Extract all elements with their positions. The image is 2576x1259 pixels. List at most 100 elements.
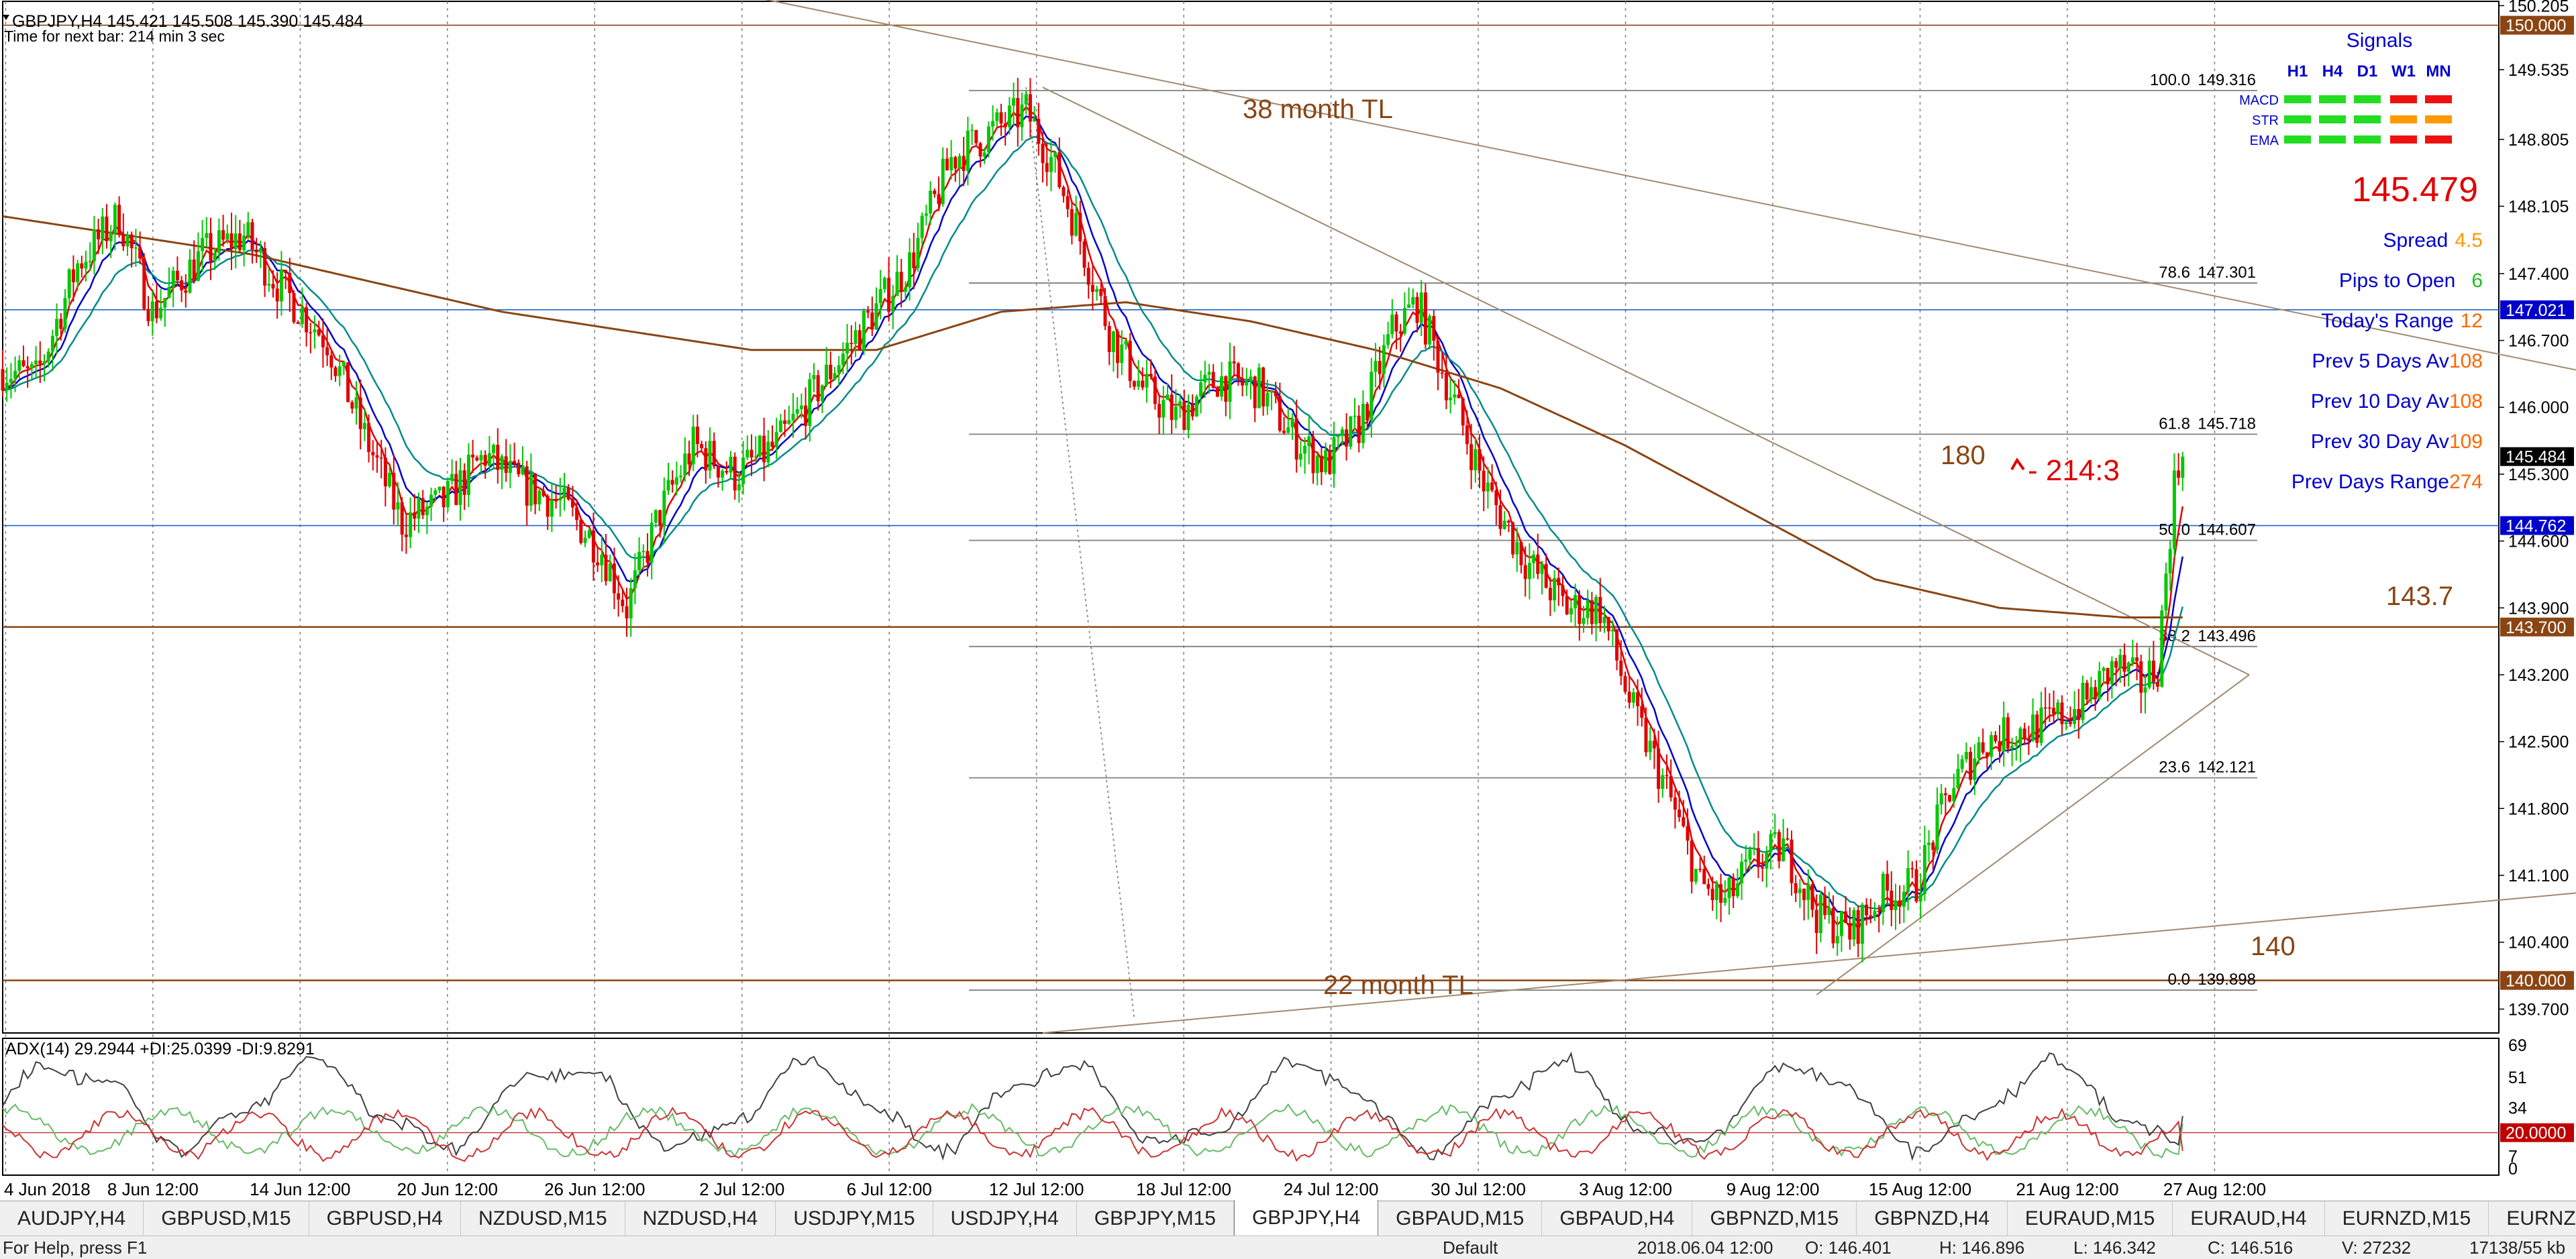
candle-body xyxy=(175,270,179,280)
candle-body xyxy=(433,490,437,495)
candle-body xyxy=(1806,884,1810,900)
prev30-label: Prev 30 Day Av xyxy=(2311,431,2449,453)
candle-body xyxy=(999,112,1003,124)
tab-gbpnzd-m15[interactable]: GBPNZD,M15 xyxy=(1692,1201,1857,1236)
candle-body xyxy=(1860,904,1864,944)
tab-usdjpy-h4[interactable]: USDJPY,H4 xyxy=(933,1201,1077,1236)
tab-nzdusd-m15[interactable]: NZDUSD,M15 xyxy=(461,1201,625,1236)
candle-body xyxy=(1345,429,1349,447)
candle-body xyxy=(2014,745,2018,747)
candle-body xyxy=(1033,119,1037,122)
candle-body xyxy=(1194,396,1198,417)
candle-body xyxy=(1166,394,1170,400)
candle-body xyxy=(937,194,941,205)
candle-body xyxy=(1261,367,1266,406)
candle-body xyxy=(1170,394,1174,421)
candle-body xyxy=(450,474,454,482)
adx-axis-label: 69 xyxy=(2508,1036,2527,1055)
tab-gbpaud-m15[interactable]: GBPAUD,M15 xyxy=(1378,1201,1543,1236)
candle-body xyxy=(92,229,96,262)
price-badge-label: 145.484 xyxy=(2506,448,2566,467)
candle-body xyxy=(1215,388,1219,397)
candle-body xyxy=(1224,376,1228,402)
range-value: 12 xyxy=(2461,310,2483,332)
info-row-spread: Spread 4.5 xyxy=(2383,229,2483,252)
candle-body xyxy=(716,466,720,478)
tab-gbpusd-h4[interactable]: GBPUSD,H4 xyxy=(309,1201,461,1236)
candle-body xyxy=(1186,404,1190,431)
candle-body xyxy=(1086,268,1090,285)
candle-body xyxy=(1665,775,1669,777)
candle-body xyxy=(841,353,845,366)
candle-body xyxy=(296,322,300,324)
tab-eurnzd-m15[interactable]: EURNZD,M15 xyxy=(2325,1201,2489,1236)
tab-gbpusd-m15[interactable]: GBPUSD,M15 xyxy=(144,1201,309,1236)
tab-eurnzd-h4[interactable]: EURNZD,H4 xyxy=(2489,1201,2576,1236)
candle-body xyxy=(633,570,637,589)
fib-price: 142.121 xyxy=(2198,759,2256,777)
tab-usdjpy-m15[interactable]: USDJPY,M15 xyxy=(776,1201,933,1236)
candle-body xyxy=(375,455,379,458)
signal-indicator xyxy=(2284,115,2311,123)
candle-body xyxy=(2147,660,2151,688)
candle-body xyxy=(154,301,158,319)
signal-indicator xyxy=(2390,115,2417,123)
candle-body xyxy=(508,461,512,474)
candle-body xyxy=(1727,877,1731,898)
candle-body xyxy=(712,441,716,467)
tab-gbpjpy-h4[interactable]: GBPJPY,H4 xyxy=(1233,1200,1379,1236)
candle-body xyxy=(745,449,750,458)
candle-body xyxy=(1527,563,1531,580)
candle-body xyxy=(1162,400,1166,418)
tab-euraud-h4[interactable]: EURAUD,H4 xyxy=(2173,1201,2325,1236)
candle-body xyxy=(1906,868,1910,892)
candle-body xyxy=(134,247,138,249)
candle-body xyxy=(978,143,982,157)
candle-body xyxy=(1149,374,1153,377)
candle-body xyxy=(1374,361,1378,372)
candle-body xyxy=(217,230,221,254)
candle-body xyxy=(662,490,666,526)
candle-body xyxy=(17,360,21,371)
candle-body xyxy=(1041,144,1045,164)
candle-body xyxy=(2018,728,2022,745)
candle-body xyxy=(1814,910,1818,933)
candle-body xyxy=(1761,867,1765,869)
signal-indicator xyxy=(2354,135,2381,144)
tab-audjpy-h4[interactable]: AUDJPY,H4 xyxy=(0,1201,144,1236)
candle-body xyxy=(55,319,59,336)
candle-body xyxy=(517,462,521,475)
candle-body xyxy=(150,301,154,321)
candle-body xyxy=(729,456,733,473)
tab-nzdusd-h4[interactable]: NZDUSD,H4 xyxy=(625,1201,776,1236)
tab-gbpnzd-h4[interactable]: GBPNZD,H4 xyxy=(1857,1201,2008,1236)
candle-body xyxy=(1199,382,1203,397)
candle-body xyxy=(1340,429,1344,436)
tab-euraud-m15[interactable]: EURAUD,M15 xyxy=(2008,1201,2173,1236)
candle-body xyxy=(1303,445,1307,454)
chart-area[interactable]: 100.0149.31678.6147.30161.8145.71850.014… xyxy=(0,0,2576,1201)
candle-body xyxy=(750,449,754,457)
candle-body xyxy=(2177,470,2181,478)
candle-body xyxy=(1652,741,1656,749)
signal-row-label: MACD xyxy=(2239,93,2279,108)
candle-body xyxy=(379,457,383,459)
candle-body xyxy=(1998,741,2002,752)
tab-gbpjpy-m15[interactable]: GBPJPY,M15 xyxy=(1077,1201,1234,1236)
candle-body xyxy=(1619,660,1623,676)
candle-body xyxy=(513,461,517,463)
candle-body xyxy=(1848,923,1852,940)
price-axis-label: 143.900 xyxy=(2508,599,2569,618)
candle-body xyxy=(941,158,945,205)
candle-body xyxy=(804,405,808,426)
chart-tabs: AUDJPY,H4 GBPUSD,M15 GBPUSD,H4 NZDUSD,M15 NZ… xyxy=(0,1200,2576,1236)
candle-body xyxy=(184,290,188,293)
tab-gbpaud-h4[interactable]: GBPAUD,H4 xyxy=(1542,1201,1693,1236)
status-low: L: 146.342 xyxy=(2073,1238,2156,1258)
candle-body xyxy=(1686,826,1690,841)
candle-body xyxy=(808,379,812,426)
candle-body xyxy=(1082,241,1086,268)
candle-body xyxy=(899,272,903,292)
time-axis-label: 12 Jul 12:00 xyxy=(989,1179,1084,1199)
candle-body xyxy=(1266,392,1270,406)
